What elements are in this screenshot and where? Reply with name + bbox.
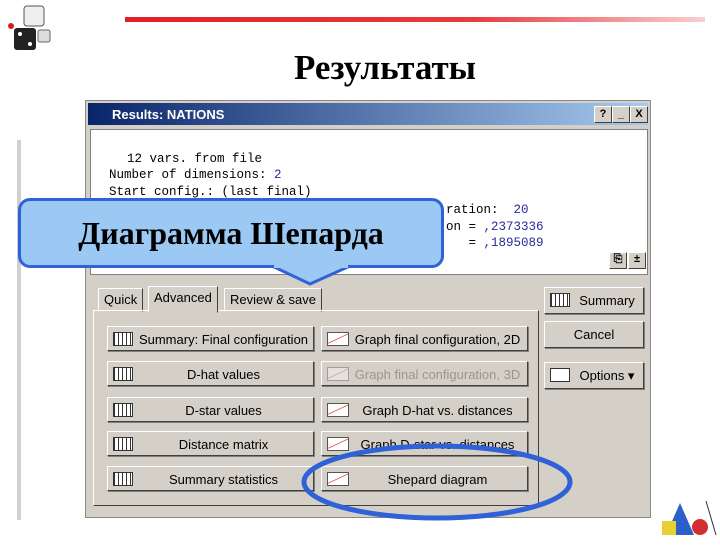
scatterplot-icon [327,403,349,417]
table-icon [113,437,133,451]
table-icon [113,403,133,417]
summary-button[interactable]: Summary [544,287,644,314]
callout-tail [272,265,351,286]
d-hat-values-button[interactable]: D-hat values [107,361,314,386]
output-line: = ,1895089 [446,236,544,250]
decorative-line [17,140,21,520]
expand-icon[interactable]: ± [628,252,646,269]
output-line: ration: 20 [446,203,529,217]
summary-statistics-button[interactable]: Summary statistics [107,466,314,491]
scatterplot-icon [327,332,349,346]
table-icon [113,332,133,346]
minimize-button[interactable]: _ [612,106,630,123]
output-line: Number of dimensions: 2 [109,168,282,182]
highlight-ellipse [301,443,573,521]
copy-icon[interactable]: ⎘ [609,252,627,269]
output-line: on = ,2373336 [446,220,544,234]
help-button[interactable]: ? [594,106,612,123]
callout-box: Диаграмма Шепарда [18,198,444,268]
distance-matrix-button[interactable]: Distance matrix [107,431,314,456]
graph-d-hat-button[interactable]: Graph D-hat vs. distances [321,397,528,422]
close-button[interactable]: X [630,106,648,123]
table-icon [113,472,133,486]
decorative-line [125,17,705,22]
title-bar: Results: NATIONS ? _ X [88,103,648,125]
output-line: 12 vars. from file [127,152,263,166]
geometry-shapes-icon [660,495,720,540]
window-title: Results: NATIONS [112,107,225,122]
output-line: Start config.: (last final) [109,185,312,199]
options-button[interactable]: Options ▾ [544,362,644,389]
graph-2d-button[interactable]: Graph final configuration, 2D [321,326,528,351]
tab-review-save[interactable]: Review & save [224,288,322,312]
options-icon [550,368,570,382]
table-icon [550,293,570,307]
graph-3d-button: Graph final configuration, 3D [321,361,528,386]
summary-final-config-button[interactable]: Summary: Final configuration [107,326,314,351]
table-icon [113,367,133,381]
cancel-button[interactable]: Cancel [544,321,644,348]
tab-quick[interactable]: Quick [98,288,144,312]
d-star-values-button[interactable]: D-star values [107,397,314,422]
3d-plot-icon [327,367,349,381]
tab-advanced[interactable]: Advanced [148,286,218,313]
slide-title: Результаты [294,48,476,87]
